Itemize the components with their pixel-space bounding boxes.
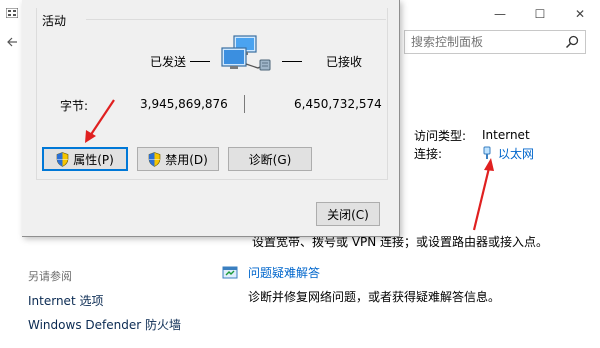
connection-info: 访问类型: Internet 连接: 以太网 bbox=[414, 126, 534, 162]
back-arrow-icon[interactable] bbox=[6, 36, 18, 48]
troubleshoot-problems-link[interactable]: 问题疑难解答 bbox=[248, 264, 320, 281]
internet-options-link[interactable]: Internet 选项 bbox=[28, 292, 103, 309]
ethernet-icon bbox=[483, 146, 491, 159]
group-divider bbox=[86, 19, 386, 20]
uac-shield-icon bbox=[148, 151, 161, 167]
maximize-button[interactable]: ☐ bbox=[520, 0, 560, 28]
minimize-button[interactable]: — bbox=[480, 0, 520, 28]
bytes-separator bbox=[244, 95, 245, 113]
search-icon[interactable] bbox=[565, 35, 579, 49]
troubleshoot-description: 诊断并修复网络问题，或者获得疑难解答信息。 bbox=[248, 290, 501, 304]
close-button-label: 关闭(C) bbox=[327, 207, 369, 222]
received-dash bbox=[282, 61, 302, 62]
see-also-heading: 另请参阅 bbox=[28, 270, 72, 283]
sent-dash bbox=[190, 61, 210, 62]
close-window-button[interactable]: ✕ bbox=[560, 0, 600, 28]
search-input[interactable] bbox=[411, 34, 561, 50]
bytes-sent-value: 3,945,869,876 bbox=[140, 97, 228, 111]
troubleshoot-icon bbox=[222, 266, 238, 279]
disable-button[interactable]: 禁用(D) bbox=[137, 147, 219, 171]
sent-label: 已发送 bbox=[150, 55, 187, 69]
diagnose-button-label: 诊断(G) bbox=[248, 152, 292, 167]
properties-button[interactable]: 属性(P) bbox=[42, 147, 128, 171]
network-activity-icon bbox=[221, 35, 271, 71]
bytes-label: 字节: bbox=[60, 99, 89, 113]
connections-label: 连接: bbox=[414, 146, 443, 161]
access-type-label: 访问类型: bbox=[414, 128, 467, 143]
received-label: 已接收 bbox=[326, 55, 363, 69]
diagnose-button[interactable]: 诊断(G) bbox=[228, 147, 312, 171]
bytes-received-value: 6,450,732,574 bbox=[294, 97, 382, 111]
ethernet-status-dialog: 活动 已发送 已接收 字节: 3,945,869,876 6,450,732,5… bbox=[22, 0, 400, 237]
ethernet-connection-link[interactable]: 以太网 bbox=[498, 145, 534, 162]
control-panel-icon bbox=[6, 8, 18, 18]
search-box[interactable] bbox=[404, 30, 586, 54]
window-controls: — ☐ ✕ bbox=[480, 0, 600, 28]
properties-button-label: 属性(P) bbox=[73, 152, 114, 167]
access-type-value: Internet bbox=[482, 128, 530, 142]
activity-title: 活动 bbox=[42, 12, 71, 29]
disable-button-label: 禁用(D) bbox=[165, 152, 208, 167]
windows-defender-firewall-link[interactable]: Windows Defender 防火墙 bbox=[28, 316, 181, 333]
uac-shield-icon bbox=[56, 151, 69, 167]
close-button[interactable]: 关闭(C) bbox=[316, 202, 380, 226]
